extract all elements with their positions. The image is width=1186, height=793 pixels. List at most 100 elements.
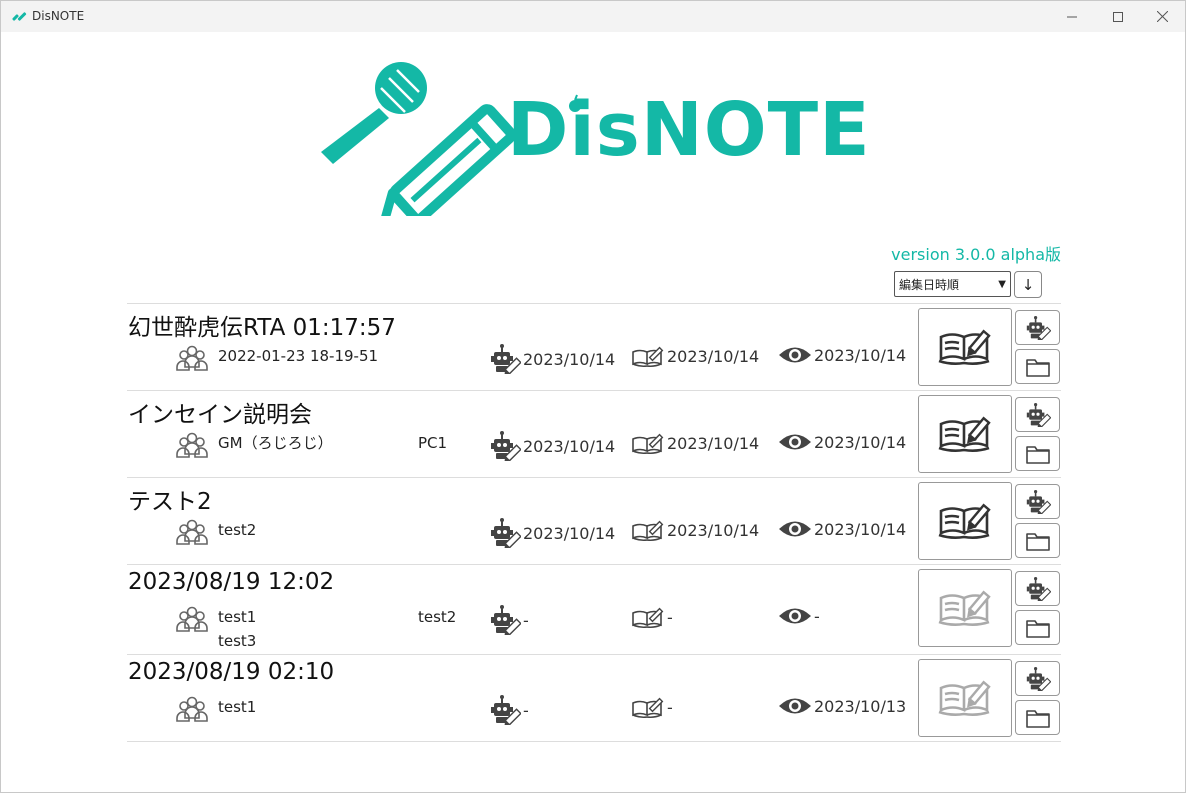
book-edit-icon (632, 346, 664, 368)
ai-transcribe-button[interactable] (1015, 661, 1060, 696)
minimize-button[interactable] (1049, 1, 1095, 32)
member-name: test3 (218, 632, 257, 650)
members-column-2: PC1 (418, 431, 447, 455)
folder-icon (1025, 619, 1050, 638)
session-row: 幻世酔虎伝RTA 01:17:57 2022-01-23 18-19-51 20… (127, 304, 1061, 391)
maximize-button[interactable] (1095, 1, 1141, 32)
robot-pencil-icon (1026, 402, 1051, 427)
logo-wordmark: DisNOTE (507, 87, 871, 173)
robot-pencil-icon (1026, 315, 1051, 340)
ai-date-text: 2023/10/14 (523, 436, 616, 456)
session-row: 2023/08/19 02:10 test1 - - 2023/10/13 (127, 655, 1061, 742)
open-folder-button[interactable] (1015, 436, 1060, 471)
session-list: 幻世酔虎伝RTA 01:17:57 2022-01-23 18-19-51 20… (127, 303, 1061, 742)
open-folder-button[interactable] (1015, 349, 1060, 384)
robot-pencil-icon (491, 518, 521, 548)
members-column-1: test1 (218, 695, 256, 719)
eye-icon (779, 434, 811, 450)
edited-date: 2023/10/14 (631, 518, 759, 542)
open-folder-button[interactable] (1015, 523, 1060, 558)
ai-transcribe-button[interactable] (1015, 484, 1060, 519)
session-title: 幻世酔虎伝RTA 01:17:57 (128, 315, 396, 341)
robot-pencil-icon (491, 605, 521, 635)
ai-transcribed-date: - (489, 605, 529, 635)
chevron-down-icon: ▼ (998, 278, 1006, 290)
ai-transcribe-button[interactable] (1015, 310, 1060, 345)
open-notes-button[interactable] (918, 569, 1012, 647)
robot-pencil-icon (491, 344, 521, 374)
edit-date-text: - (667, 697, 673, 717)
edited-date: 2023/10/14 (631, 344, 759, 368)
members-icon (176, 606, 208, 632)
open-book-icon (938, 329, 991, 365)
microphone-icon (321, 62, 427, 164)
open-notes-button[interactable] (918, 395, 1012, 473)
eye-icon (779, 698, 811, 714)
viewed-date: 2023/10/14 (778, 431, 906, 453)
session-title: テスト2 (128, 489, 212, 515)
robot-pencil-icon (1026, 666, 1051, 691)
minimize-icon (1067, 16, 1077, 17)
ai-transcribed-date: 2023/10/14 (489, 431, 615, 461)
open-folder-button[interactable] (1015, 610, 1060, 645)
edited-date: - (631, 695, 673, 719)
viewed-date: 2023/10/14 (778, 518, 906, 540)
ai-date-text: 2023/10/14 (523, 523, 616, 543)
open-folder-button[interactable] (1015, 700, 1060, 735)
ai-transcribe-button[interactable] (1015, 397, 1060, 432)
ai-transcribe-button[interactable] (1015, 571, 1060, 606)
member-name: 2022-01-23 18-19-51 (218, 347, 379, 365)
book-edit-icon (632, 433, 664, 455)
session-row: 2023/08/19 12:02 test1 test3 test2 - - - (127, 565, 1061, 655)
open-book-icon (938, 416, 991, 452)
edit-date-text: 2023/10/14 (667, 520, 760, 540)
sort-order-select[interactable]: 編集日時順 ▼ (894, 271, 1011, 297)
close-icon (1156, 11, 1168, 22)
viewed-date: 2023/10/14 (778, 344, 906, 366)
open-notes-button[interactable] (918, 482, 1012, 560)
member-name: test1 (218, 698, 257, 716)
member-name: test1 (218, 608, 257, 626)
ai-date-text: - (523, 700, 529, 720)
members-column-1: test1 test3 (218, 605, 256, 653)
member-name: test2 (218, 521, 257, 539)
edit-date-text: - (667, 607, 673, 627)
close-button[interactable] (1139, 1, 1185, 32)
view-date-text: - (814, 606, 820, 626)
open-notes-button[interactable] (918, 308, 1012, 386)
app-window: DisNOTE DisNOTE version 3.0.0 alpha版 編集日… (0, 0, 1186, 793)
members-icon (176, 696, 208, 722)
members-column-1: GM（ろじろじ） (218, 431, 333, 455)
edited-date: - (631, 605, 673, 629)
open-book-icon (938, 503, 991, 539)
window-title: DisNOTE (32, 9, 85, 23)
view-date-text: 2023/10/14 (814, 519, 907, 539)
sort-direction-button[interactable]: ↓ (1014, 271, 1042, 298)
ai-transcribed-date: - (489, 695, 529, 725)
robot-pencil-icon (1026, 576, 1051, 601)
session-title: 2023/08/19 02:10 (128, 659, 335, 685)
robot-pencil-icon (1026, 489, 1051, 514)
sort-order-value: 編集日時順 (899, 277, 960, 292)
pencil-icon (378, 104, 516, 216)
open-book-icon (938, 680, 991, 716)
member-name: GM（ろじろじ） (218, 434, 333, 452)
folder-icon (1025, 709, 1050, 728)
view-date-text: 2023/10/14 (814, 345, 907, 365)
app-logo-icon (12, 12, 27, 21)
members-icon (176, 432, 208, 458)
eye-icon (779, 521, 811, 537)
folder-icon (1025, 532, 1050, 551)
edit-date-text: 2023/10/14 (667, 346, 760, 366)
title-bar: DisNOTE (1, 1, 1185, 32)
members-column-1: test2 (218, 518, 256, 542)
folder-icon (1025, 358, 1050, 377)
maximize-icon (1113, 11, 1123, 22)
eye-icon (779, 608, 811, 624)
session-row: インセイン説明会 GM（ろじろじ） PC1 2023/10/14 2023/10… (127, 391, 1061, 478)
open-notes-button[interactable] (918, 659, 1012, 737)
ai-transcribed-date: 2023/10/14 (489, 518, 615, 548)
members-column-1: 2022-01-23 18-19-51 (218, 344, 378, 368)
ai-date-text: - (523, 610, 529, 630)
member-name: PC1 (418, 434, 448, 452)
